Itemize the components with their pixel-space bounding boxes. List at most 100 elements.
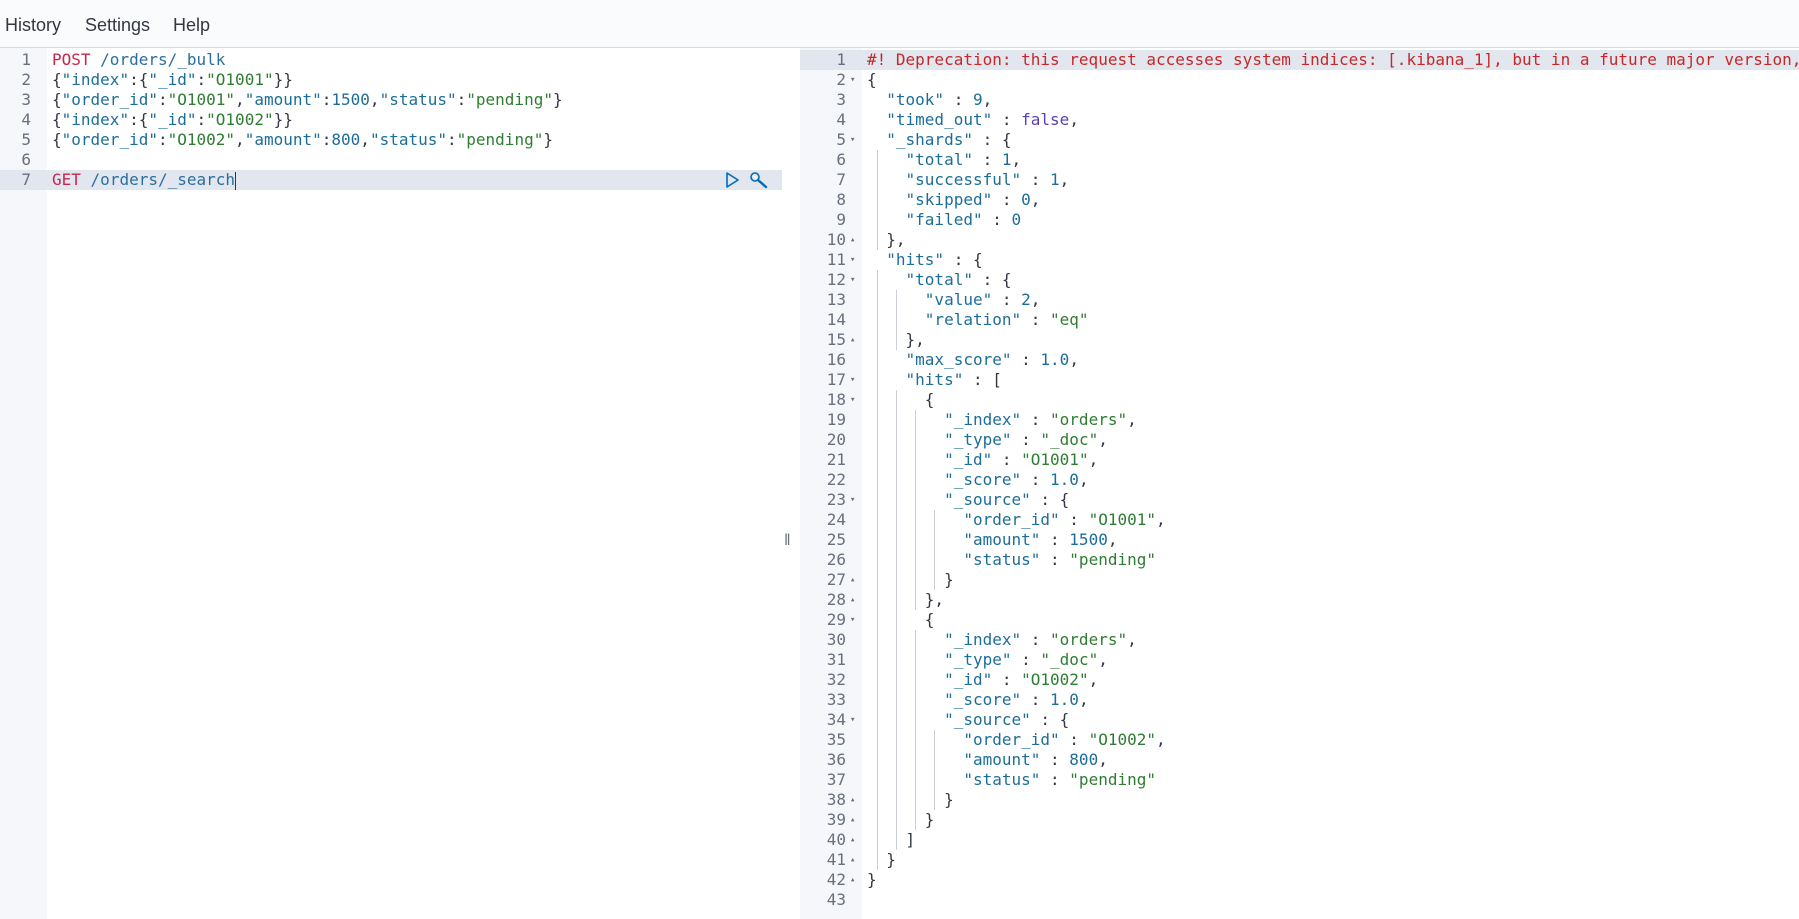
code-token-punc: ] <box>867 830 916 849</box>
code-token-str: "pending" <box>456 130 544 149</box>
fold-toggle-expand-icon[interactable]: ▴ <box>850 570 855 590</box>
code-token-str: "orders" <box>1050 410 1128 429</box>
code-text: "_id" : "O1001", <box>867 450 1098 470</box>
line-number: 11 <box>826 250 846 269</box>
fold-toggle-collapse-icon[interactable]: ▾ <box>850 70 855 90</box>
code-token-punc: , <box>1098 430 1108 449</box>
code-token-punc: , <box>1156 730 1166 749</box>
line-number: 29 <box>826 610 846 629</box>
response-viewer[interactable]: 1 #! Deprecation: this request accesses s… <box>800 48 1799 919</box>
code-token-key: "failed" <box>905 210 983 229</box>
code-token-str: "O1001" <box>1021 450 1089 469</box>
line-number: 6 <box>836 150 846 169</box>
code-token-punc: : [ <box>963 370 1002 389</box>
response-line: 3 "took" : 9, <box>800 90 1799 110</box>
line-number: 31 <box>826 650 846 669</box>
request-line[interactable]: 3 {"order_id":"O1001","amount":1500,"stat… <box>0 90 782 110</box>
line-number: 43 <box>826 890 846 909</box>
fold-toggle-expand-icon[interactable]: ▴ <box>850 230 855 250</box>
code-token-key: "max_score" <box>905 350 1012 369</box>
line-number: 12 <box>826 270 846 289</box>
response-line: 39 ▴ } <box>800 810 1799 830</box>
wrench-icon[interactable] <box>749 171 769 194</box>
play-icon[interactable] <box>724 171 740 194</box>
fold-toggle-expand-icon[interactable]: ▴ <box>850 790 855 810</box>
fold-toggle-expand-icon[interactable]: ▴ <box>850 810 855 830</box>
code-token-num: 1500 <box>331 90 370 109</box>
code-token-punc: :{ <box>129 110 149 129</box>
code-text: } <box>867 790 954 810</box>
code-token-punc: }, <box>867 230 906 249</box>
code-token-key: "order_id" <box>963 730 1060 749</box>
code-token-punc <box>867 190 906 209</box>
code-token-comment: #! Deprecation: this request accesses sy… <box>867 50 1799 69</box>
code-token-key: "total" <box>905 270 973 289</box>
fold-toggle-collapse-icon[interactable]: ▾ <box>850 130 855 150</box>
fold-toggle-expand-icon[interactable]: ▴ <box>850 830 855 850</box>
code-token-str: "pending" <box>1069 550 1156 569</box>
code-token-str: "_doc" <box>1040 650 1099 669</box>
fold-toggle-collapse-icon[interactable]: ▾ <box>850 270 855 290</box>
line-number: 16 <box>826 350 846 369</box>
line-number: 25 <box>826 530 846 549</box>
response-line: 18 ▾ { <box>800 390 1799 410</box>
line-number: 7 <box>836 170 846 189</box>
line-number: 7 <box>21 170 31 189</box>
code-token-key: "timed_out" <box>886 110 993 129</box>
code-token-punc: : { <box>972 270 1012 289</box>
code-token-str: "O1002" <box>1088 730 1156 749</box>
code-token-num: 1 <box>1001 150 1012 169</box>
request-line[interactable]: 5 {"order_id":"O1002","amount":800,"statu… <box>0 130 782 150</box>
menu-settings[interactable]: Settings <box>85 14 150 36</box>
code-token-punc: } <box>867 790 954 809</box>
line-number: 39 <box>826 810 846 829</box>
code-token-punc: , <box>1011 150 1022 169</box>
code-token-punc: , <box>1030 290 1041 309</box>
fold-toggle-collapse-icon[interactable]: ▾ <box>850 370 855 390</box>
fold-toggle-collapse-icon[interactable]: ▾ <box>850 390 855 410</box>
request-line[interactable]: 6 <box>0 150 782 170</box>
request-actions <box>712 170 782 190</box>
request-editor[interactable]: 1 POST /orders/_bulk 2 {"index":{"_id":"O10… <box>0 48 782 919</box>
code-text: ] <box>867 830 916 850</box>
line-number: 15 <box>826 330 846 349</box>
code-token-key: "status" <box>379 90 457 109</box>
request-line[interactable]: 1 POST /orders/_bulk <box>0 50 782 70</box>
fold-toggle-collapse-icon[interactable]: ▾ <box>850 250 855 270</box>
code-token-key: "successful" <box>905 170 1022 189</box>
request-line[interactable]: 2 {"index":{"_id":"O1001"}} <box>0 70 782 90</box>
code-token-key: "amount" <box>963 530 1041 549</box>
menu-history[interactable]: History <box>5 14 61 36</box>
code-token-punc: : <box>1011 350 1041 369</box>
request-line[interactable]: 4 {"index":{"_id":"O1002"}} <box>0 110 782 130</box>
line-number: 8 <box>836 190 846 209</box>
code-token-str: "O1001" <box>1088 510 1156 529</box>
code-token-punc: : <box>1021 410 1051 429</box>
pane-resizer-handle[interactable]: ‖ <box>784 532 792 552</box>
request-line[interactable]: 7 GET /orders/_search <box>0 170 782 190</box>
fold-toggle-collapse-icon[interactable]: ▾ <box>850 610 855 630</box>
fold-toggle-collapse-icon[interactable]: ▾ <box>850 710 855 730</box>
menu-help[interactable]: Help <box>173 14 210 36</box>
code-text: "order_id" : "O1001", <box>867 510 1165 530</box>
code-text: #! Deprecation: this request accesses sy… <box>867 50 1799 70</box>
code-token-punc: : <box>1059 730 1089 749</box>
code-text: "took" : 9, <box>867 90 992 110</box>
fold-toggle-expand-icon[interactable]: ▴ <box>850 330 855 350</box>
line-number: 40 <box>826 830 846 849</box>
fold-toggle-collapse-icon[interactable]: ▾ <box>850 490 855 510</box>
code-token-punc: : { <box>1030 710 1070 729</box>
code-token-punc: } <box>552 90 563 109</box>
code-token-punc: , <box>982 90 993 109</box>
code-text: "_index" : "orders", <box>867 630 1137 650</box>
code-token-punc: , <box>360 130 370 149</box>
code-token-punc: : <box>1040 770 1070 789</box>
code-token-punc: : <box>157 130 168 149</box>
code-token-punc: { <box>52 110 62 129</box>
response-line: 37 "status" : "pending" <box>800 770 1799 790</box>
code-token-key: "_id" <box>148 110 197 129</box>
fold-toggle-expand-icon[interactable]: ▴ <box>850 850 855 870</box>
code-text: "max_score" : 1.0, <box>867 350 1079 370</box>
fold-toggle-expand-icon[interactable]: ▴ <box>850 590 855 610</box>
fold-toggle-expand-icon[interactable]: ▴ <box>850 870 855 890</box>
